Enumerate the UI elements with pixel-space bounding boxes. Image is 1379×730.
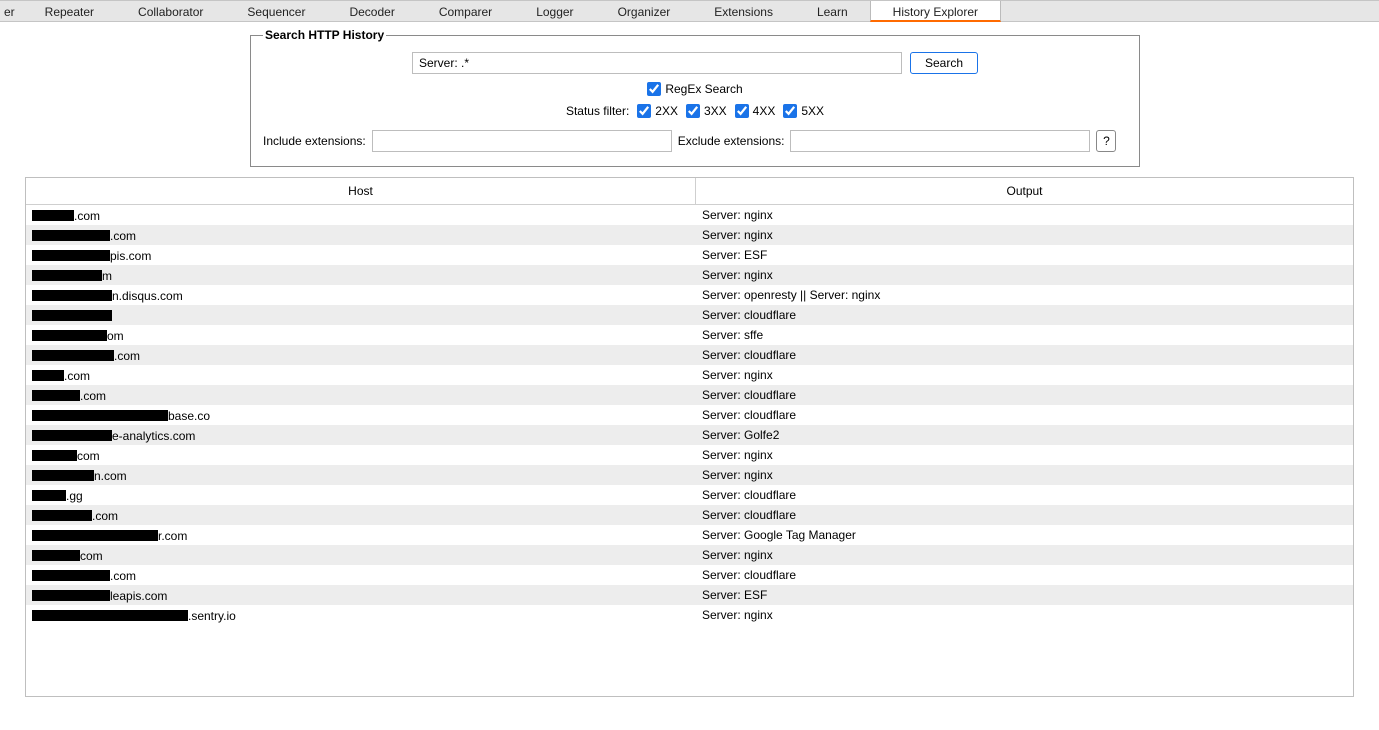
status-2xx-checkbox[interactable] [637, 104, 651, 118]
redacted-block [32, 490, 66, 501]
tab-organizer[interactable]: Organizer [596, 1, 693, 21]
host-suffix: .sentry.io [188, 608, 236, 622]
tab-bar: er Repeater Collaborator Sequencer Decod… [0, 0, 1379, 22]
host-suffix: com [77, 448, 100, 462]
include-ext-input[interactable] [372, 130, 672, 152]
status-4xx-checkbox[interactable] [735, 104, 749, 118]
redacted-block [32, 530, 158, 541]
host-suffix: .com [110, 568, 136, 582]
redacted-block [32, 250, 110, 261]
redacted-block [32, 350, 114, 361]
host-suffix: .com [114, 348, 140, 362]
redacted-block [32, 270, 102, 281]
exclude-ext-input[interactable] [790, 130, 1090, 152]
redacted-block [32, 290, 112, 301]
host-suffix: om [107, 328, 124, 342]
host-suffix: e-analytics.com [112, 428, 195, 442]
redacted-block [32, 450, 77, 461]
results-table: Host Output .comServer: nginx.comServer:… [25, 177, 1354, 697]
host-suffix: m [102, 268, 112, 282]
host-suffix: .com [80, 388, 106, 402]
redacted-block [32, 330, 107, 341]
tab-decoder[interactable]: Decoder [327, 1, 416, 21]
header-output[interactable]: Output [696, 178, 1353, 204]
redacted-block [32, 390, 80, 401]
status-filter-label: Status filter: [566, 104, 629, 118]
redacted-block [32, 210, 74, 221]
regex-label: RegEx Search [665, 82, 742, 96]
redacted-block [32, 550, 80, 561]
search-button[interactable]: Search [910, 52, 978, 74]
cell-output: Server: nginx [696, 603, 1353, 627]
redacted-block [32, 410, 168, 421]
status-2xx-label: 2XX [655, 104, 678, 118]
exclude-ext-label: Exclude extensions: [678, 134, 785, 148]
host-suffix: com [80, 548, 103, 562]
host-suffix: .com [64, 368, 90, 382]
redacted-block [32, 430, 112, 441]
results-body: .comServer: nginx.comServer: nginxpis.co… [26, 205, 1353, 625]
host-suffix: r.com [158, 528, 187, 542]
tab-repeater[interactable]: Repeater [23, 1, 116, 21]
help-button[interactable]: ? [1096, 130, 1116, 152]
host-suffix: n.disqus.com [112, 288, 183, 302]
host-suffix: leapis.com [110, 588, 167, 602]
redacted-block [32, 610, 188, 621]
host-suffix: base.co [168, 408, 210, 422]
results-header: Host Output [26, 178, 1353, 205]
search-input[interactable] [412, 52, 902, 74]
redacted-block [32, 510, 92, 521]
search-legend: Search HTTP History [263, 28, 386, 42]
status-5xx-label: 5XX [801, 104, 824, 118]
history-explorer-panel: Search HTTP History Search RegEx Search … [0, 22, 1379, 697]
tab-learn[interactable]: Learn [795, 1, 870, 21]
tab-sequencer[interactable]: Sequencer [225, 1, 327, 21]
host-suffix: pis.com [110, 248, 151, 262]
redacted-block [32, 570, 110, 581]
status-3xx-label: 3XX [704, 104, 727, 118]
redacted-block [32, 310, 112, 321]
redacted-block [32, 230, 110, 241]
host-suffix: .com [110, 228, 136, 242]
tab-collaborator[interactable]: Collaborator [116, 1, 225, 21]
search-fieldset: Search HTTP History Search RegEx Search … [250, 28, 1140, 167]
status-4xx-label: 4XX [753, 104, 776, 118]
host-suffix: .gg [66, 488, 83, 502]
tab-logger[interactable]: Logger [514, 1, 595, 21]
host-suffix: .com [74, 208, 100, 222]
redacted-block [32, 370, 64, 381]
cell-host: .sentry.io [26, 603, 696, 628]
host-suffix: .com [92, 508, 118, 522]
tab-truncated[interactable]: er [0, 1, 23, 21]
include-ext-label: Include extensions: [263, 134, 366, 148]
redacted-block [32, 590, 110, 601]
tab-history-explorer[interactable]: History Explorer [870, 1, 1001, 22]
host-suffix: n.com [94, 468, 127, 482]
regex-checkbox[interactable] [647, 82, 661, 96]
status-5xx-checkbox[interactable] [783, 104, 797, 118]
tab-comparer[interactable]: Comparer [417, 1, 514, 21]
status-3xx-checkbox[interactable] [686, 104, 700, 118]
tab-extensions[interactable]: Extensions [692, 1, 795, 21]
table-row[interactable]: .sentry.io Server: nginx [26, 605, 1353, 625]
header-host[interactable]: Host [26, 178, 696, 204]
redacted-block [32, 470, 94, 481]
